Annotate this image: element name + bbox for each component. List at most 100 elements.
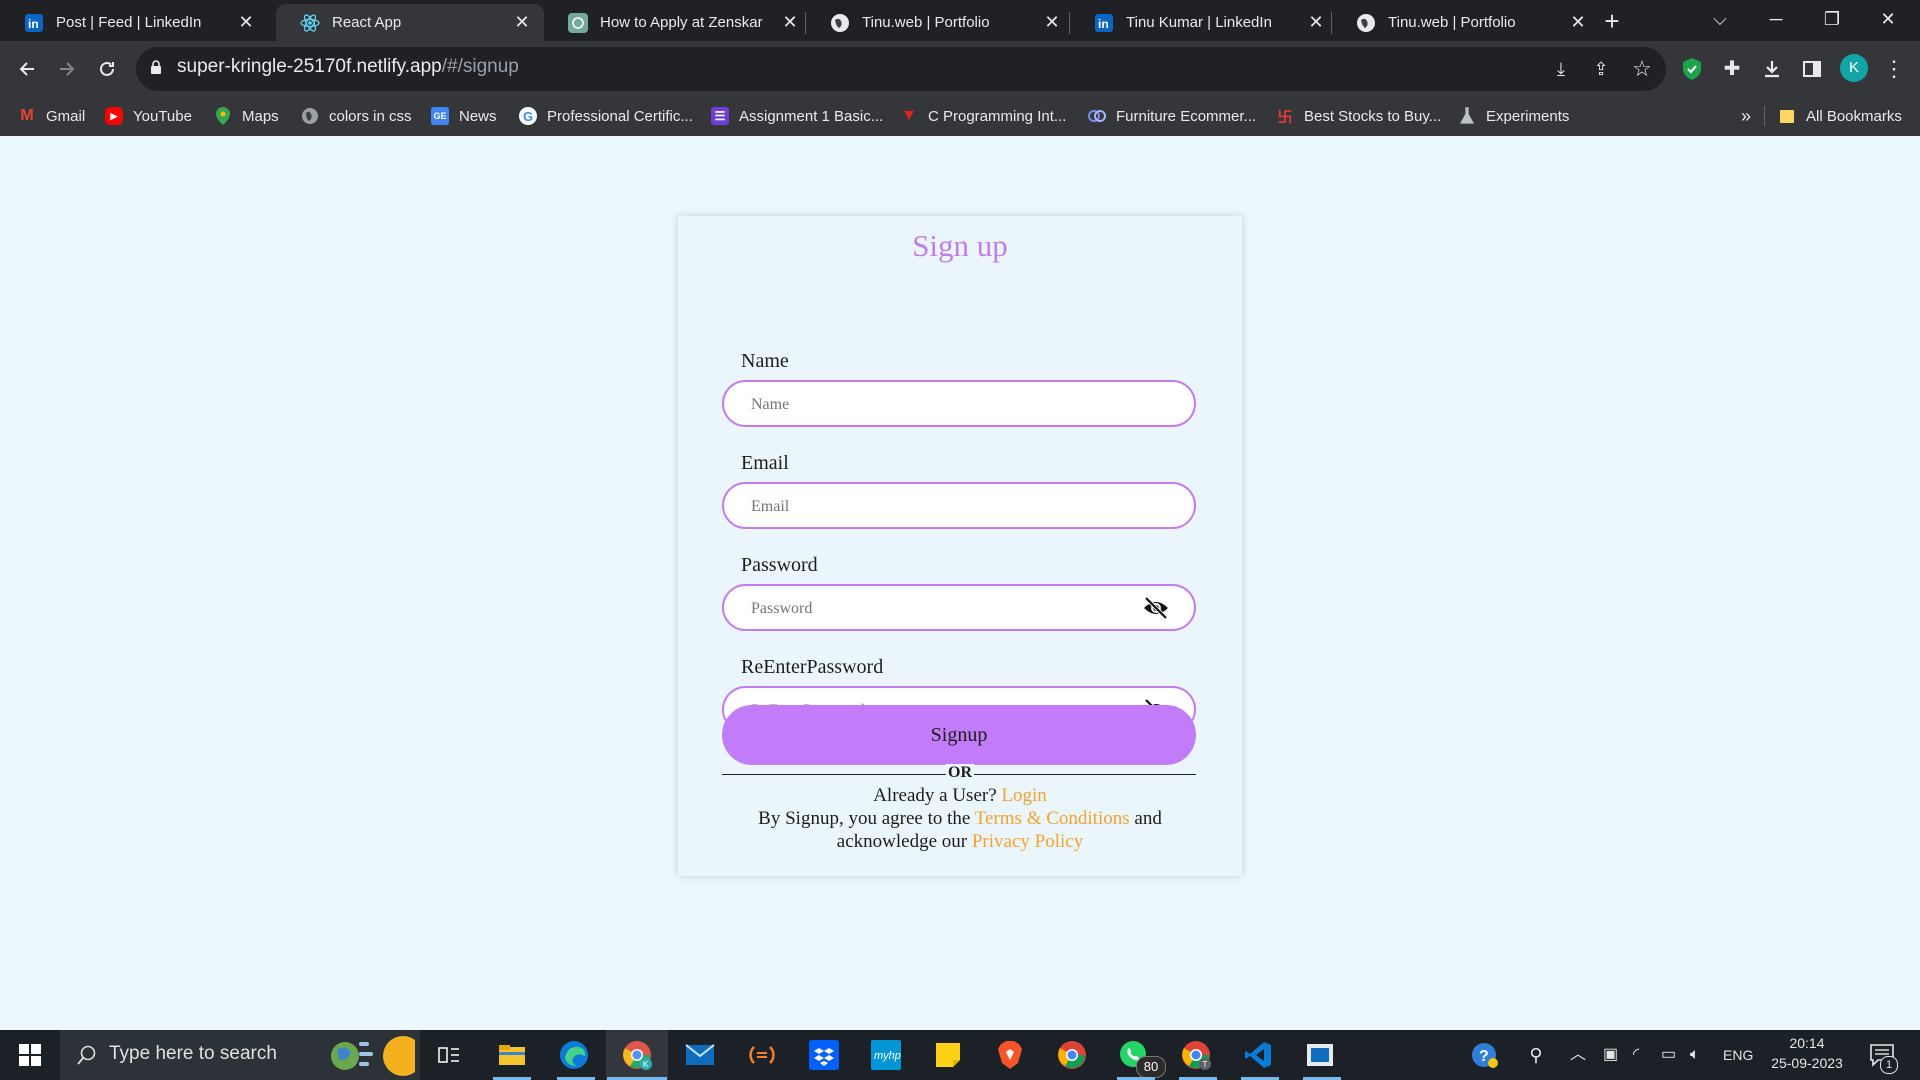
lock-icon[interactable] <box>150 59 162 80</box>
chrome-icon[interactable] <box>1056 1039 1088 1071</box>
password-field-wrapper <box>722 584 1196 631</box>
tab-title: Tinu.web | Portfolio <box>862 14 990 31</box>
terms-link[interactable]: Terms & Conditions <box>975 808 1130 829</box>
or-text: OR <box>946 764 974 781</box>
install-app-icon[interactable]: ⤓ <box>1545 53 1577 85</box>
linkedin-icon: in <box>1094 13 1114 33</box>
news-icon: GE <box>431 107 449 125</box>
mail-icon[interactable] <box>684 1039 716 1071</box>
bookmark-c-programming[interactable]: ▼ C Programming Int... <box>900 97 1066 135</box>
name-field-wrapper <box>722 380 1196 427</box>
restore-button[interactable]: ❐ <box>1804 0 1860 41</box>
profile-avatar[interactable]: K <box>1840 54 1868 82</box>
show-hidden-icons-chevron-icon[interactable]: ︿ <box>1570 1030 1586 1080</box>
downloads-icon[interactable] <box>1756 53 1788 85</box>
back-button[interactable] <box>11 53 43 85</box>
globe-icon <box>301 107 319 125</box>
bookmark-maps[interactable]: Maps <box>214 97 279 135</box>
clock-time: 20:14 <box>1789 1035 1825 1051</box>
login-link[interactable]: Login <box>1001 785 1046 806</box>
close-icon[interactable]: ✕ <box>1568 12 1588 33</box>
tab-portfolio[interactable]: Tinu.web | Portfolio ✕ <box>806 4 1074 41</box>
clock[interactable]: 20:14 25-09-2023 <box>1766 1030 1848 1080</box>
signup-button[interactable]: Signup <box>722 705 1196 765</box>
tab-react-app[interactable]: React App ✕ <box>276 4 544 41</box>
terms-notice: By Signup, you agree to the Terms & Cond… <box>738 807 1182 853</box>
device-icon[interactable]: ▣ <box>1603 1030 1618 1080</box>
eye-slash-icon[interactable] <box>1142 596 1170 620</box>
bookmark-youtube[interactable]: ▶ YouTube <box>105 97 192 135</box>
url-host: super-kringle-25170f.netlify.app <box>177 56 442 77</box>
new-tab-button[interactable]: + <box>1597 6 1627 36</box>
all-bookmarks[interactable]: All Bookmarks <box>1778 97 1902 135</box>
svg-text:?: ? <box>1479 1048 1489 1065</box>
wifi-icon[interactable]: ◜ <box>1633 1030 1639 1080</box>
bookmark-colors-css[interactable]: colors in css <box>301 97 412 135</box>
bookmark-label: News <box>459 107 497 125</box>
bookmark-furniture[interactable]: Furniture Ecommer... <box>1088 97 1256 135</box>
tab-portfolio-2[interactable]: Tinu.web | Portfolio ✕ <box>1332 4 1600 41</box>
app-window-icon[interactable] <box>1304 1039 1336 1071</box>
url-text[interactable]: super-kringle-25170f.netlify.app/#/signu… <box>177 56 519 78</box>
myhp-icon[interactable]: myhp <box>870 1039 902 1071</box>
battery-icon[interactable]: ▭ <box>1661 1030 1676 1080</box>
close-window-button[interactable]: ✕ <box>1860 0 1916 41</box>
language-indicator[interactable]: ENG <box>1723 1030 1753 1080</box>
sticky-notes-icon[interactable] <box>932 1039 964 1071</box>
reload-button[interactable] <box>91 53 123 85</box>
whatsapp-badge: 80 <box>1136 1056 1166 1078</box>
search-icon <box>77 1045 96 1065</box>
tab-title: Tinu.web | Portfolio <box>1388 14 1516 31</box>
bookmark-label: C Programming Int... <box>928 107 1067 125</box>
people-icon[interactable]: ⚲ <box>1520 1039 1552 1071</box>
bookmarks-bar: M Gmail ▶ YouTube Maps colors in css GE … <box>0 97 1920 137</box>
bookmark-assignment[interactable]: ☰ Assignment 1 Basic... <box>711 97 883 135</box>
tab-zenskar[interactable]: How to Apply at Zenskar ✕ <box>544 4 812 41</box>
bookmark-star-icon[interactable]: ☆ <box>1626 53 1658 85</box>
close-icon[interactable]: ✕ <box>780 12 800 33</box>
google-icon: G <box>519 107 537 125</box>
bookmark-professional[interactable]: G Professional Certific... <box>519 97 693 135</box>
tab-title: Post | Feed | LinkedIn <box>56 14 202 31</box>
brave-browser-icon[interactable] <box>994 1039 1026 1071</box>
minimize-button[interactable]: ─ <box>1748 0 1804 41</box>
tab-search-chevron-icon[interactable]: ⌵ <box>1692 0 1748 41</box>
extensions-puzzle-icon[interactable]: ✚ <box>1716 53 1748 85</box>
close-icon[interactable]: ✕ <box>512 12 532 33</box>
close-icon[interactable]: ✕ <box>236 12 256 33</box>
file-explorer-icon[interactable] <box>496 1039 528 1071</box>
dropbox-icon[interactable] <box>808 1039 840 1071</box>
close-icon[interactable]: ✕ <box>1306 12 1326 33</box>
windows-start-icon[interactable] <box>14 1039 46 1071</box>
bookmark-news[interactable]: GE News <box>431 97 497 135</box>
all-bookmarks-label: All Bookmarks <box>1806 107 1902 125</box>
bookmarks-overflow-button[interactable]: » <box>1741 97 1751 135</box>
bookmark-label: colors in css <box>329 107 412 125</box>
chrome-profile-t-icon[interactable]: T <box>1180 1039 1212 1071</box>
tab-linkedin-profile[interactable]: in Tinu Kumar | LinkedIn ✕ <box>1070 4 1338 41</box>
eclipse-ide-icon[interactable] <box>746 1039 778 1071</box>
bookmark-experiments[interactable]: Experiments <box>1458 97 1569 135</box>
share-icon[interactable]: ⇪ <box>1585 53 1617 85</box>
email-input[interactable] <box>749 484 1133 529</box>
forward-button[interactable] <box>51 53 83 85</box>
tab-linkedin-feed[interactable]: in Post | Feed | LinkedIn ✕ <box>0 4 268 41</box>
taskbar-search[interactable]: Type here to search <box>60 1030 420 1080</box>
maps-icon <box>214 107 232 125</box>
menu-kebab-icon[interactable]: ⋮ <box>1878 53 1910 85</box>
help-icon[interactable]: ? <box>1469 1039 1501 1071</box>
password-input[interactable] <box>749 586 1133 631</box>
already-user-line: Already a User? Login <box>738 784 1182 807</box>
vscode-icon[interactable] <box>1242 1039 1274 1071</box>
volume-icon[interactable]: 🔈︎ <box>1690 1030 1700 1080</box>
side-panel-icon[interactable] <box>1796 53 1828 85</box>
windows-taskbar: Type here to search K myhp 80 T ? ⚲ ︿ ▣ … <box>0 1030 1920 1080</box>
bookmark-gmail[interactable]: M Gmail <box>18 97 85 135</box>
task-view-icon[interactable] <box>433 1039 465 1071</box>
close-icon[interactable]: ✕ <box>1042 12 1062 33</box>
shield-extension-icon[interactable] <box>1676 53 1708 85</box>
name-input[interactable] <box>749 382 1133 427</box>
bookmark-stocks[interactable]: 卐 Best Stocks to Buy... <box>1276 97 1441 135</box>
privacy-link[interactable]: Privacy Policy <box>972 831 1083 852</box>
edge-browser-icon[interactable] <box>558 1039 590 1071</box>
